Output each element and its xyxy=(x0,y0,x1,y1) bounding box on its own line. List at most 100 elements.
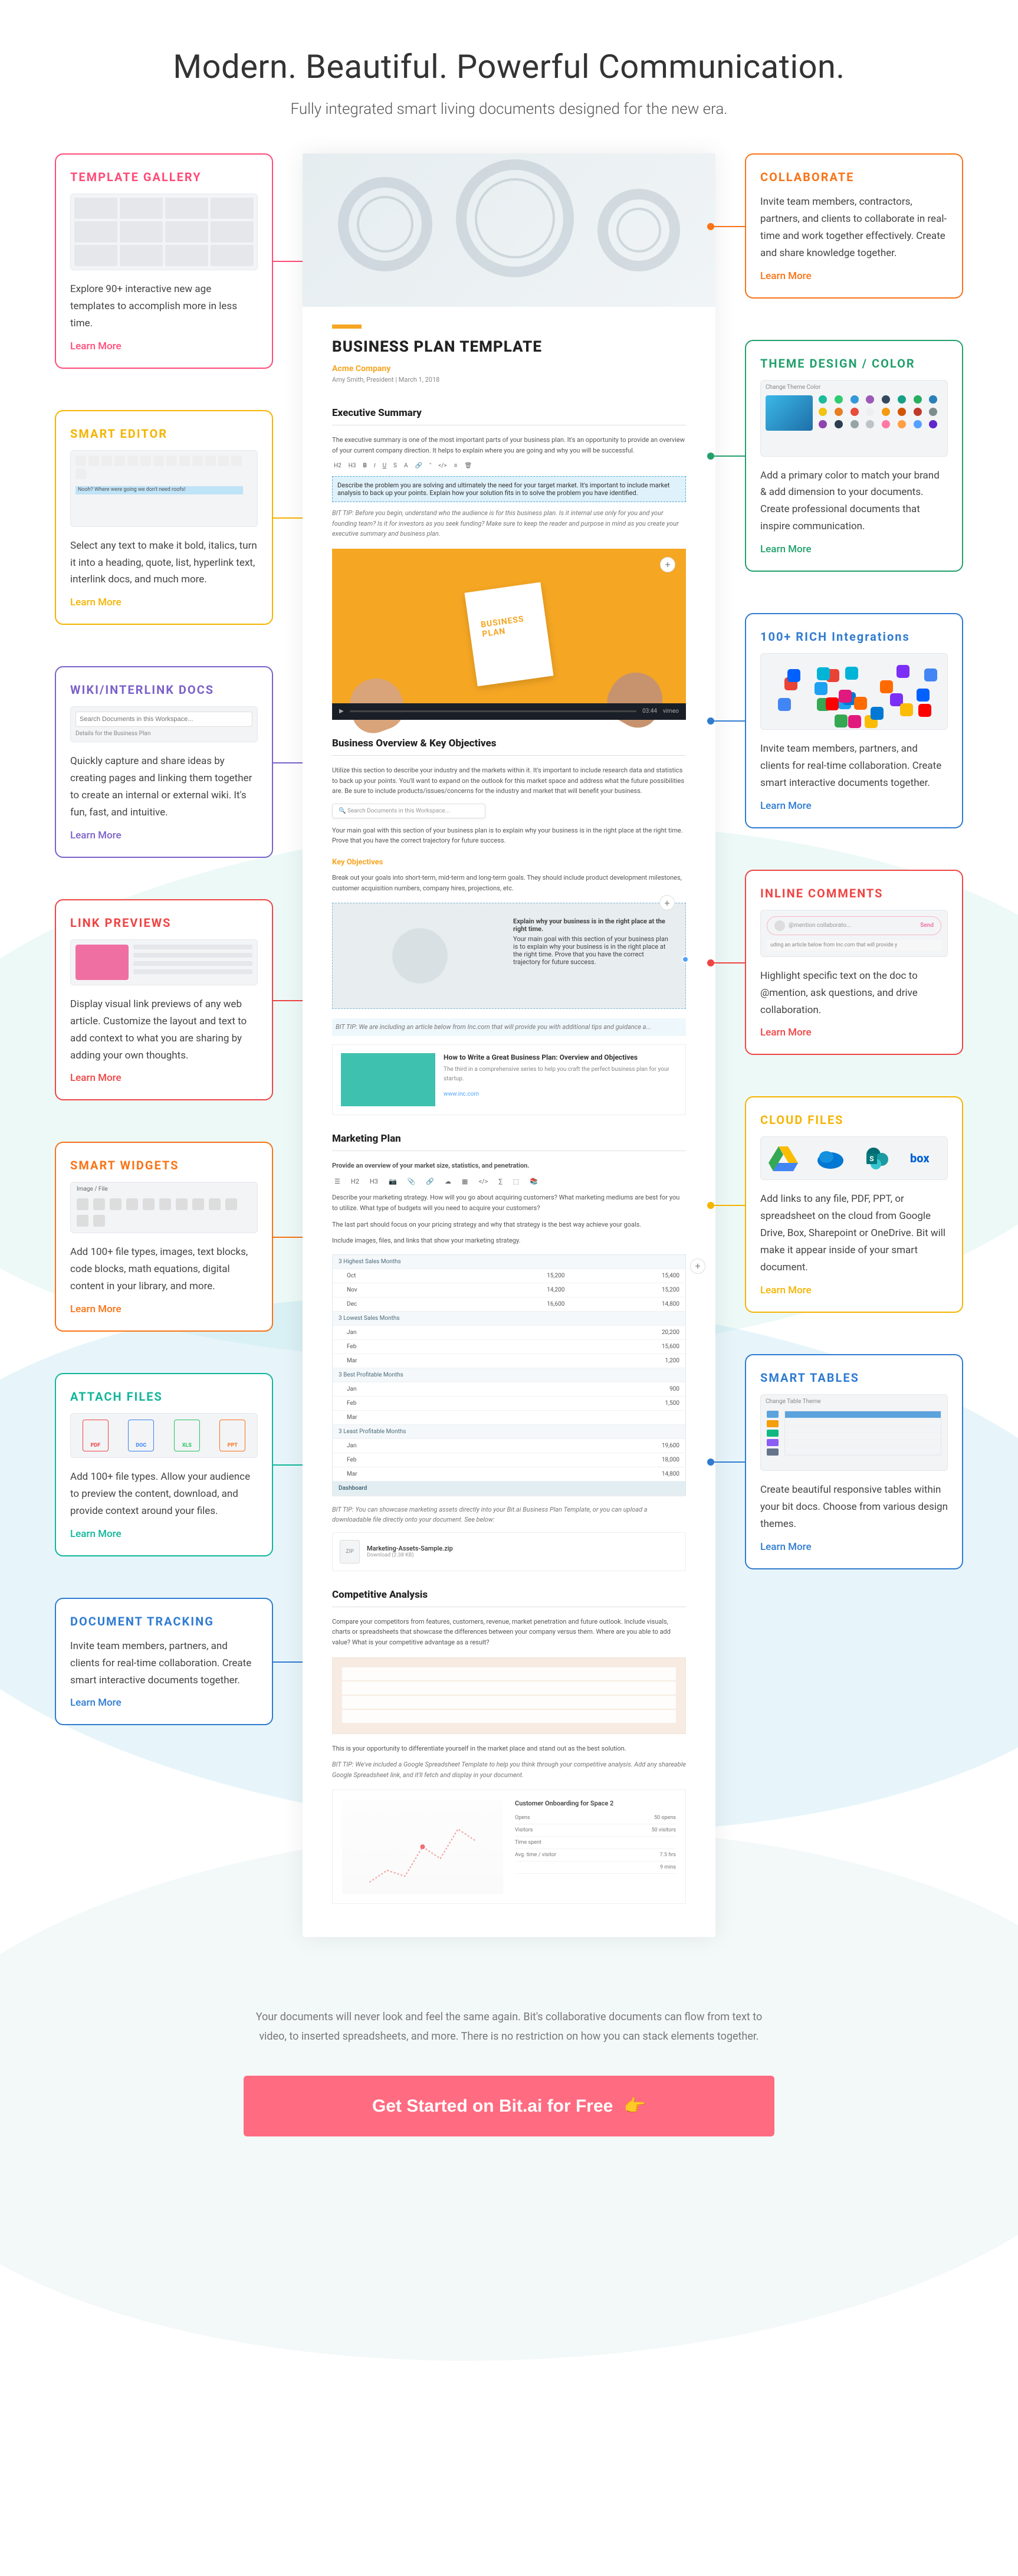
learn-more-link[interactable]: Learn More xyxy=(70,1303,121,1315)
resize-handle-icon[interactable] xyxy=(682,956,689,963)
learn-more-link[interactable]: Learn More xyxy=(760,1284,812,1296)
footer-paragraph: Your documents will never look and feel … xyxy=(244,2008,774,2046)
learn-more-link[interactable]: Learn More xyxy=(70,1072,121,1084)
feature-card-smart_widgets: SMART WIDGETSImage / FileAdd 100+ file t… xyxy=(55,1142,273,1332)
card-preview xyxy=(70,194,258,270)
tracking-panel[interactable]: Customer Onboarding for Space 2 Opens50 … xyxy=(332,1790,686,1904)
connector-line xyxy=(272,1237,307,1238)
subheading-key-objectives: Key Objectives xyxy=(332,858,686,867)
card-description: Highlight specific text on the doc to @m… xyxy=(760,968,948,1019)
doc-paragraph: Your main goal with this section of your… xyxy=(332,825,686,846)
card-preview: PDFDOCXLSPPT xyxy=(70,1413,258,1458)
section-heading-marketing: Marketing Plan xyxy=(332,1133,686,1151)
search-icon: 🔍 xyxy=(339,808,346,814)
widget-toolbar[interactable]: ☰H2H3📷📎🔗☁▦</>∑⬚📚 xyxy=(332,1176,686,1187)
competitive-table-embed[interactable] xyxy=(332,1657,686,1734)
video-time: 03:44 xyxy=(642,708,657,715)
callout-body: Your main goal with this section of your… xyxy=(513,935,668,966)
search-input[interactable] xyxy=(75,712,252,727)
card-title: INLINE COMMENTS xyxy=(760,886,948,900)
card-preview: Change Table Theme xyxy=(760,1394,948,1471)
google-drive-icon xyxy=(769,1145,798,1171)
card-preview: Details for the Business Plan xyxy=(70,706,258,742)
feature-card-wiki: WIKI/INTERLINK DOCS Details for the Busin… xyxy=(55,666,273,858)
link-preview-thumb xyxy=(341,1053,435,1106)
learn-more-link[interactable]: Learn More xyxy=(70,597,121,608)
image-widget-selected[interactable]: + Explain why your business is in the ri… xyxy=(332,903,686,1009)
inline-toolbar[interactable]: H2H3BIUSA🔗"</>≡🗑 xyxy=(332,461,686,470)
card-preview: @mention collaborato...Senduding an arti… xyxy=(760,910,948,957)
card-preview xyxy=(760,653,948,730)
add-block-button[interactable]: + xyxy=(659,895,675,910)
feature-card-comments: INLINE COMMENTS @mention collaborato...Se… xyxy=(745,870,963,1056)
card-preview xyxy=(70,939,258,985)
add-block-button[interactable]: + xyxy=(690,1258,705,1274)
connector-line xyxy=(272,261,307,262)
doc-paragraph: The executive summary is one of the most… xyxy=(332,435,686,455)
learn-more-link[interactable]: Learn More xyxy=(760,270,812,282)
learn-more-link[interactable]: Learn More xyxy=(70,1697,121,1709)
bit-tip: BIT TIP: We've included a Google Spreads… xyxy=(332,1759,686,1780)
connector-line xyxy=(711,720,746,722)
card-preview: Nooh? Where were going we don't need roo… xyxy=(70,450,258,527)
card-title: SMART TABLES xyxy=(760,1371,948,1385)
document-preview: BUSINESS PLAN TEMPLATE Acme Company Amy … xyxy=(303,153,715,1937)
learn-more-link[interactable]: Learn More xyxy=(760,1027,812,1038)
accent-bar xyxy=(332,325,362,329)
cta-button[interactable]: Get Started on Bit.ai for Free 👉 xyxy=(244,2076,774,2136)
card-description: Display visual link previews of any web … xyxy=(70,996,258,1064)
file-attachment[interactable]: ZIP Marketing-Assets-Sample.zip Download… xyxy=(332,1532,686,1571)
feature-card-smart_editor: SMART EDITORNooh? Where were going we do… xyxy=(55,410,273,625)
connector-line xyxy=(711,1205,746,1206)
feature-card-template_gallery: TEMPLATE GALLERYExplore 90+ interactive … xyxy=(55,153,273,369)
feature-card-link_previews: LINK PREVIEWSDisplay visual link preview… xyxy=(55,899,273,1101)
onedrive-icon xyxy=(816,1145,845,1171)
link-preview-url: www.inc.com xyxy=(444,1090,677,1099)
zip-icon: ZIP xyxy=(340,1540,360,1564)
doc-paragraph: Compare your competitors from features, … xyxy=(332,1617,686,1648)
bit-tip: BIT TIP: Before you begin, understand wh… xyxy=(332,508,686,539)
sharepoint-icon: S xyxy=(863,1145,892,1171)
feature-card-doc_tracking: DOCUMENT TRACKINGInvite team members, pa… xyxy=(55,1598,273,1726)
feature-card-tables: SMART TABLES Change Table Theme Create bea… xyxy=(745,1354,963,1569)
add-block-button[interactable]: + xyxy=(660,557,675,572)
doc-paragraph: Provide an overview of your market size,… xyxy=(332,1161,686,1171)
learn-more-link[interactable]: Learn More xyxy=(70,1528,121,1540)
cta-label: Get Started on Bit.ai for Free xyxy=(372,2096,613,2116)
card-title: ATTACH FILES xyxy=(70,1389,258,1404)
learn-more-link[interactable]: Learn More xyxy=(760,1541,812,1553)
feature-card-integrations: 100+ RICH IntegrationsInvite team member… xyxy=(745,613,963,828)
card-description: Add links to any file, PDF, PPT, or spre… xyxy=(760,1191,948,1276)
company-name: Acme Company xyxy=(332,364,686,373)
card-title: THEME DESIGN / COLOR xyxy=(760,356,948,371)
link-preview-card[interactable]: How to Write a Great Business Plan: Over… xyxy=(332,1044,686,1115)
learn-more-link[interactable]: Learn More xyxy=(70,340,121,352)
section-heading-exec: Executive Summary xyxy=(332,407,686,425)
card-preview: Image / File xyxy=(70,1182,258,1233)
video-provider: vimeo xyxy=(663,708,679,715)
doc-paragraph: The last part should focus on your prici… xyxy=(332,1220,686,1230)
pointing-hand-icon: 👉 xyxy=(624,2096,646,2116)
card-description: Add a primary color to match your brand … xyxy=(760,467,948,536)
doc-title: BUSINESS PLAN TEMPLATE xyxy=(332,338,686,356)
learn-more-link[interactable]: Learn More xyxy=(760,800,812,812)
feature-card-collaborate: COLLABORATEInvite team members, contract… xyxy=(745,153,963,299)
section-heading-overview: Business Overview & Key Objectives xyxy=(332,738,686,756)
video-embed[interactable]: + ▶ 03:44 vimeo xyxy=(332,549,686,720)
card-description: Quickly capture and share ideas by creat… xyxy=(70,753,258,821)
highlighted-text[interactable]: Describe the problem you are solving and… xyxy=(332,476,686,502)
connector-line xyxy=(711,962,746,963)
spreadsheet-embed[interactable]: + 3 Highest Sales MonthsOct15,20015,400N… xyxy=(332,1254,686,1496)
inline-search-panel[interactable]: 🔍 Search Documents in this Workspace... xyxy=(332,804,485,818)
play-icon[interactable]: ▶ xyxy=(339,708,344,715)
callout-title: Explain why your business is in the righ… xyxy=(513,917,671,933)
card-description: Create beautiful responsive tables withi… xyxy=(760,1482,948,1533)
doc-paragraph: Describe your marketing strategy. How wi… xyxy=(332,1192,686,1213)
learn-more-link[interactable]: Learn More xyxy=(760,543,812,555)
svg-text:S: S xyxy=(869,1155,873,1163)
learn-more-link[interactable]: Learn More xyxy=(70,830,121,841)
card-preview: Change Theme Color xyxy=(760,380,948,457)
card-title: WIKI/INTERLINK DOCS xyxy=(70,683,258,697)
link-preview-desc: The third in a comprehensive series to h… xyxy=(444,1065,677,1084)
doc-paragraph: Include images, files, and links that sh… xyxy=(332,1235,686,1246)
